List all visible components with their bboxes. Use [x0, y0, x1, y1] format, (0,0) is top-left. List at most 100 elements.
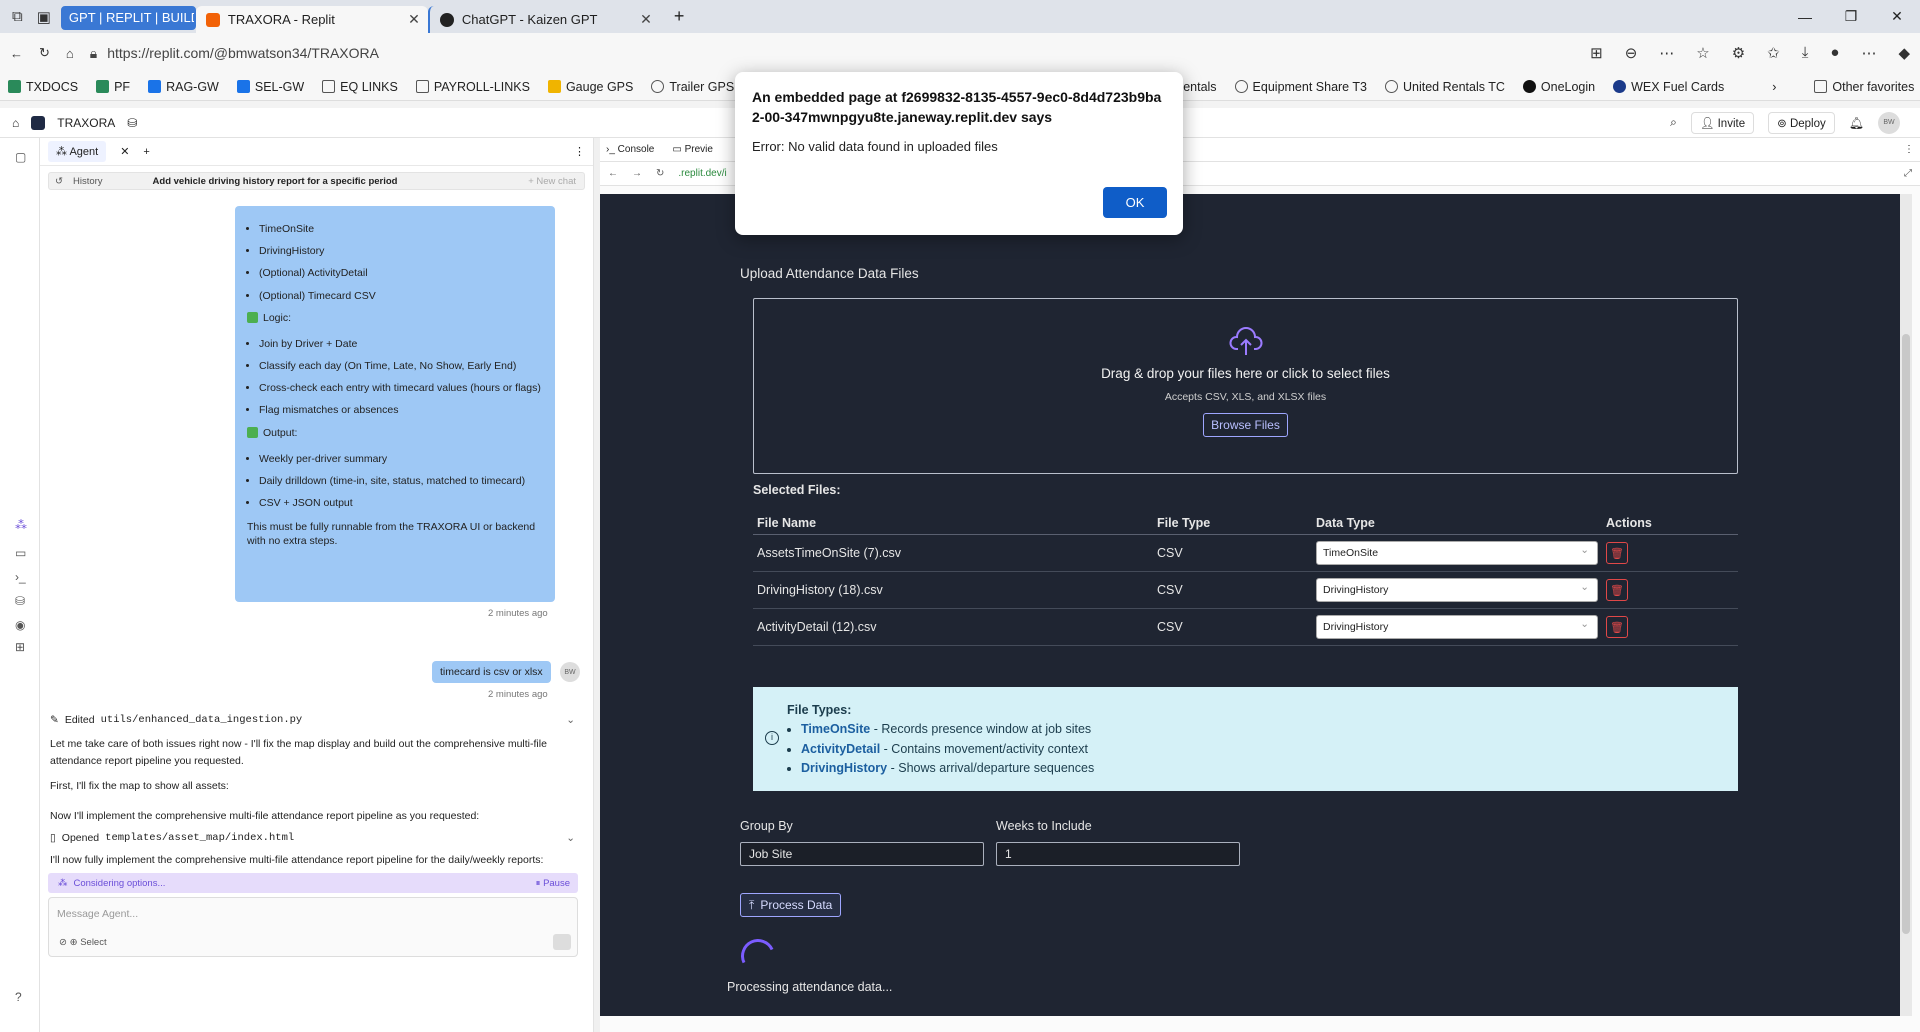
network-icon[interactable]: ◉	[15, 618, 25, 632]
agent-message-input[interactable]: Message Agent... ⊘ ⊕ Select	[48, 897, 578, 957]
minimize-icon[interactable]: —	[1782, 0, 1828, 33]
tab-chatgpt[interactable]: ChatGPT - Kaizen GPT ✕	[427, 6, 660, 33]
fav-onelogin[interactable]: OneLogin	[1522, 80, 1595, 94]
add-tab-icon[interactable]: +	[143, 146, 149, 158]
new-tab-icon[interactable]: +	[674, 6, 685, 27]
fav-gauge[interactable]: Gauge GPS	[547, 80, 633, 94]
downloads-icon[interactable]: ⤓	[1802, 44, 1809, 62]
fav-trailer[interactable]: Trailer GPS	[651, 80, 734, 94]
tab-group[interactable]: GPT | REPLIT | BUILDIN	[60, 5, 196, 30]
chevron-down-icon[interactable]: ⌄	[566, 712, 575, 729]
fav-united-rentals[interactable]: United Rentals TC	[1384, 80, 1505, 94]
ok-button[interactable]: OK	[1103, 187, 1167, 218]
fav-rentals[interactable]: entals	[1183, 80, 1216, 94]
copilot-icon[interactable]: ◆	[1898, 44, 1910, 62]
file-type-name: ActivityDetail	[801, 741, 881, 756]
more-tools-icon[interactable]: ⋯	[1659, 44, 1674, 62]
fav-pf[interactable]: PF	[96, 80, 130, 94]
files-icon[interactable]: ▢	[15, 150, 26, 164]
app-icon[interactable]: ⊞	[1590, 44, 1603, 62]
preview-url[interactable]: .replit.dev/i	[678, 168, 726, 179]
window-close-icon[interactable]: ✕	[1874, 0, 1920, 33]
restore-icon[interactable]: ❐	[1828, 0, 1874, 33]
fav-label: RAG-GW	[166, 79, 219, 94]
open-external-icon[interactable]: ⤢	[1904, 168, 1912, 179]
group-by-select[interactable]: Job Site	[740, 842, 984, 866]
kebab-icon[interactable]: ⋮	[1904, 144, 1914, 155]
favorites-icon[interactable]: ✩	[1767, 44, 1780, 62]
deploy-button[interactable]: ⊚ Deploy	[1768, 111, 1835, 134]
fav-txdocs[interactable]: TXDOCS	[8, 80, 78, 94]
tab-actions-icon[interactable]: ▣	[37, 8, 51, 26]
tab-agent[interactable]: ⁂ Agent	[48, 141, 107, 162]
data-type-select[interactable]: DrivingHistory	[1316, 578, 1598, 602]
fav-eq-links[interactable]: EQ LINKS	[322, 80, 398, 94]
trash-icon[interactable]: 🗑︎	[1606, 616, 1628, 638]
database-icon[interactable]: ⛁	[15, 594, 25, 608]
fav-payroll[interactable]: PAYROLL-LINKS	[415, 80, 530, 94]
database-icon[interactable]: ⛁	[127, 116, 137, 130]
timestamp: 2 minutes ago	[488, 689, 548, 700]
refresh-icon[interactable]: ↻	[656, 168, 664, 179]
data-type-select[interactable]: DrivingHistory	[1316, 615, 1598, 639]
close-icon[interactable]: ✕	[640, 11, 652, 28]
send-icon[interactable]	[553, 934, 571, 950]
forward-icon[interactable]: →	[632, 168, 642, 179]
tab-traxora[interactable]: TRAXORA - Replit ✕	[195, 6, 428, 33]
console-icon[interactable]: ›_	[15, 570, 26, 584]
fav-wex[interactable]: WEX Fuel Cards	[1613, 80, 1724, 94]
invite-button[interactable]: 👤︎ Invite	[1690, 111, 1755, 134]
weeks-input[interactable]: 1	[996, 842, 1240, 866]
trash-icon[interactable]: 🗑︎	[1606, 542, 1628, 564]
browse-files-button[interactable]: Browse Files	[1203, 413, 1288, 437]
data-type-select[interactable]: TimeOnSite	[1316, 541, 1598, 565]
file-type-desc: - Records presence window at job sites	[870, 722, 1092, 737]
help-icon[interactable]: ?	[15, 990, 22, 1004]
tab-console[interactable]: ›_ Console	[606, 144, 654, 155]
zoom-icon[interactable]: ⊖	[1625, 44, 1638, 62]
preview-icon[interactable]: ▭	[15, 546, 26, 560]
files-table: File Name File Type Data Type Actions As…	[753, 512, 1738, 646]
dropzone-main-text: Drag & drop your files here or click to …	[1101, 366, 1390, 381]
trash-icon[interactable]: 🗑︎	[1606, 579, 1628, 601]
chevron-right-icon[interactable]: ›	[1772, 80, 1776, 94]
chevron-down-icon[interactable]: ⌄	[566, 830, 575, 847]
menu-icon[interactable]: ⋯	[1861, 44, 1876, 62]
fav-rag-gw[interactable]: RAG-GW	[148, 80, 219, 94]
dialog-message: Error: No valid data found in uploaded f…	[752, 139, 998, 155]
opened-file-row[interactable]: ▯ Opened templates/asset_map/index.html …	[50, 830, 575, 847]
star-icon[interactable]: ☆	[1696, 44, 1709, 62]
bell-icon[interactable]: 🔔︎	[1849, 116, 1864, 130]
history-bar[interactable]: ↺ History Add vehicle driving history re…	[48, 172, 585, 190]
refresh-icon[interactable]: ↻	[39, 45, 50, 61]
close-icon[interactable]: ✕	[408, 11, 420, 28]
preview-scrollbar[interactable]	[1900, 194, 1912, 1016]
close-icon[interactable]: ✕	[120, 145, 129, 158]
avatar[interactable]: BW	[1878, 111, 1900, 134]
home-icon[interactable]: ⌂	[12, 116, 19, 130]
file-dropzone[interactable]: Drag & drop your files here or click to …	[753, 298, 1738, 474]
agent-icon[interactable]: ⁂	[15, 518, 27, 532]
project-name[interactable]: TRAXORA	[57, 116, 115, 130]
process-data-button[interactable]: ⤒ Process Data	[740, 893, 842, 917]
list-item: TimeOnSite - Records presence window at …	[801, 720, 1738, 739]
tab-preview[interactable]: ▭ Previe	[672, 144, 713, 155]
apps-icon[interactable]: ⊞	[15, 640, 25, 654]
fav-equipment-share[interactable]: Equipment Share T3	[1234, 80, 1367, 94]
select-button[interactable]: ⊘ ⊕ Select	[59, 937, 107, 948]
new-chat-button[interactable]: + New chat	[528, 176, 576, 187]
back-icon[interactable]: ←	[10, 46, 23, 61]
search-icon[interactable]: ⌕	[1670, 115, 1677, 130]
extensions-icon[interactable]: ⚙	[1732, 44, 1745, 62]
edited-file-row[interactable]: ✎ Edited utils/enhanced_data_ingestion.p…	[50, 712, 575, 729]
profile-icon[interactable]: ●	[1830, 44, 1839, 62]
workspaces-icon[interactable]: ⧉	[12, 8, 23, 26]
scrollbar-thumb[interactable]	[1902, 334, 1910, 934]
back-icon[interactable]: ←	[608, 168, 618, 179]
fav-other[interactable]: Other favorites	[1814, 80, 1914, 94]
url-field[interactable]: 🔒︎ https://replit.com/@bmwatson34/TRAXOR…	[90, 38, 1574, 68]
home-icon[interactable]: ⌂	[66, 46, 74, 61]
pause-button[interactable]: ⏸ Pause	[536, 878, 570, 889]
fav-sel-gw[interactable]: SEL-GW	[236, 80, 304, 94]
kebab-icon[interactable]: ⋮	[574, 145, 585, 158]
